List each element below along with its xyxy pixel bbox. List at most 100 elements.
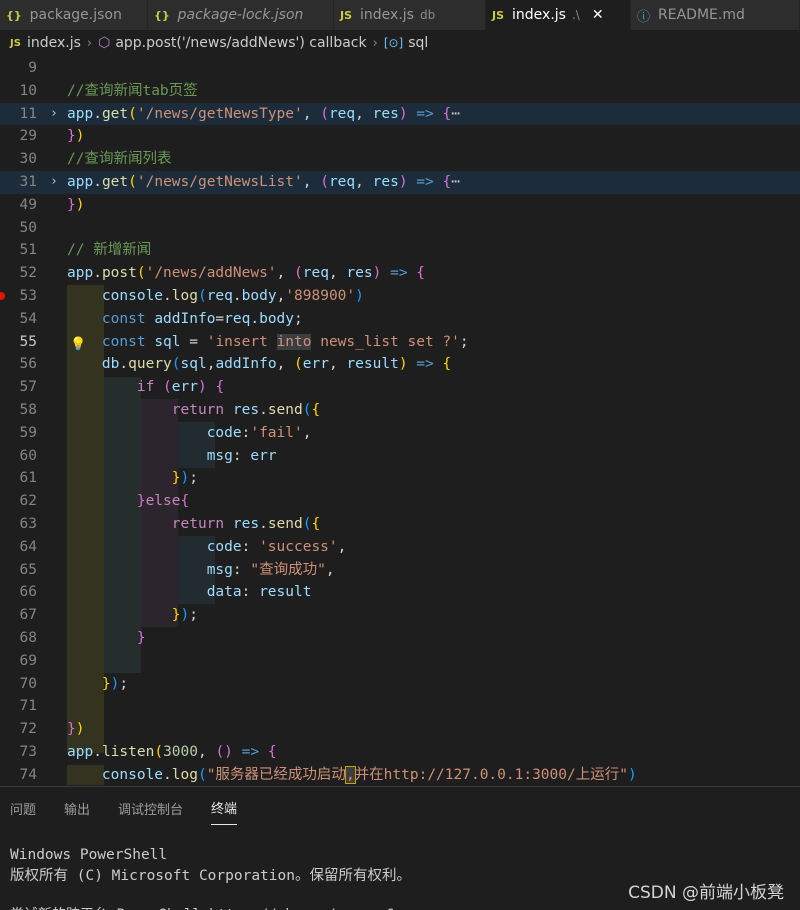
code-line[interactable]: 60 msg: err <box>0 445 800 468</box>
panel-tab[interactable]: 输出 <box>64 790 90 825</box>
code-line[interactable]: 53 console.log(req.body,'898900') <box>0 285 800 308</box>
breadcrumb-variable[interactable]: sql <box>408 35 428 51</box>
terminal-line: 版权所有 (C) Microsoft Corporation。保留所有权利。 <box>10 868 411 884</box>
code-editor[interactable]: 9 10 //查询新闻tab页签 11 › app.get('/news/getNewsT… <box>0 57 800 785</box>
code-line[interactable]: 73 app.listen(3000, () => { <box>0 741 800 764</box>
code-text: }); <box>171 607 198 624</box>
tab-description: db <box>419 8 436 22</box>
code-line[interactable]: 64 code: 'success', <box>0 536 800 559</box>
code-line[interactable]: 63 return res.send({ <box>0 513 800 536</box>
line-number: 58 <box>19 402 37 418</box>
code-text: //查询新闻列表 <box>67 151 172 168</box>
code-line[interactable]: 67 }); <box>0 604 800 627</box>
terminal-output[interactable]: Windows PowerShell 版权所有 (C) Microsoft Cor… <box>10 845 411 887</box>
line-number: 31 <box>19 174 37 190</box>
code-line[interactable]: 58 return res.send({ <box>0 399 800 422</box>
fold-chevron-icon[interactable]: › <box>50 103 58 126</box>
code-text: app.post('/news/addNews', (req, res) => … <box>67 265 426 282</box>
code-text: if (err) { <box>136 379 225 396</box>
code-line[interactable]: 51 // 新增新闻 <box>0 239 800 262</box>
breadcrumb-symbol[interactable]: app.post('/news/addNews') callback <box>115 35 366 51</box>
line-number: 52 <box>19 265 37 282</box>
code-line[interactable]: 30 //查询新闻列表 <box>0 148 800 171</box>
code-line[interactable]: 57 if (err) { <box>0 376 800 399</box>
code-line[interactable]: 29}) <box>0 125 800 148</box>
code-text: }) <box>67 196 85 213</box>
code-text: data: result <box>206 584 312 601</box>
json-icon: {} <box>154 8 170 22</box>
code-text: msg: err <box>206 447 277 464</box>
code-line[interactable]: 31 › app.get('/news/getNewsList', (req, re… <box>0 171 800 194</box>
editor-tab[interactable]: JS index.js db <box>334 0 486 30</box>
chevron-right-icon: › <box>86 35 93 51</box>
code-text: console.log(req.body,'898900') <box>101 288 364 304</box>
code-line[interactable]: 68 } <box>0 627 800 650</box>
code-line[interactable]: 10 //查询新闻tab页签 <box>0 80 800 103</box>
code-line[interactable]: 70 }); <box>0 673 800 696</box>
code-line[interactable]: 74 console.log("服务器已经成功启动,并在http://127.0… <box>0 764 800 785</box>
editor-tab[interactable]: {} package-lock.json <box>148 0 334 30</box>
code-line[interactable]: 65 msg: "查询成功", <box>0 559 800 582</box>
terminal-line-partial: 尝试新的跨平台 PowerShell https://aka.ms/pscore… <box>10 904 395 910</box>
editor-tab[interactable]: JS index.js .\ ✕ <box>486 0 631 30</box>
line-number: 61 <box>19 470 37 487</box>
line-number: 63 <box>19 516 37 532</box>
editor-tab[interactable]: {} package.json <box>0 0 148 30</box>
code-line[interactable]: 49}) <box>0 194 800 217</box>
code-text: return res.send({ <box>171 402 321 418</box>
code-text: }else{ <box>136 493 190 510</box>
terminal-line: Windows PowerShell <box>10 847 168 863</box>
line-number: 72 <box>19 721 37 738</box>
code-line[interactable]: 50 <box>0 217 800 240</box>
line-number: 65 <box>19 561 37 578</box>
method-cube-icon: ⬡ <box>98 35 111 51</box>
tab-description: .\ <box>571 8 580 22</box>
code-line[interactable]: 62 }else{ <box>0 490 800 513</box>
line-number: 68 <box>19 630 37 646</box>
line-number: 74 <box>19 766 37 783</box>
javascript-file-icon: JS <box>340 8 353 22</box>
panel-tab[interactable]: 终端 <box>211 789 238 825</box>
code-text: app.get('/news/getNewsType', (req, res) … <box>67 105 460 122</box>
line-number: 67 <box>19 607 37 624</box>
code-line[interactable]: 61 }); <box>0 467 800 490</box>
panel-tab[interactable]: 调试控制台 <box>118 790 183 825</box>
line-number: 56 <box>19 356 37 373</box>
editor-tab[interactable]: ⓘ README.md <box>631 0 800 30</box>
code-text: }) <box>67 128 85 145</box>
code-text: console.log("服务器已经成功启动,并在http://127.0.0.… <box>101 765 637 784</box>
line-number: 49 <box>19 196 37 213</box>
info-icon: ⓘ <box>637 9 651 25</box>
chevron-right-icon: › <box>372 35 378 51</box>
line-number: 9 <box>28 60 37 76</box>
tab-label: index.js <box>512 7 566 23</box>
line-number: 53 <box>19 288 37 304</box>
json-icon: {} <box>6 8 22 22</box>
code-line[interactable]: 52 app.post('/news/addNews', (req, res) =… <box>0 262 800 285</box>
editor-tab-bar: {} package.json {} package-lock.json JS index… <box>0 0 800 30</box>
code-line[interactable]: 69 <box>0 650 800 673</box>
line-number: 54 <box>19 310 37 327</box>
code-line[interactable]: 66 data: result <box>0 581 800 604</box>
line-number: 10 <box>19 82 37 99</box>
code-line[interactable]: 59 code:'fail', <box>0 422 800 445</box>
bottom-panel: 问题 输出 调试控制台 终端 Windows PowerShell 版权所有 (C) M… <box>0 786 800 910</box>
fold-chevron-icon[interactable]: › <box>50 171 58 194</box>
code-line[interactable]: 55 💡 const sql = 'insert into news_list s… <box>0 331 800 354</box>
line-number: 66 <box>19 584 37 601</box>
code-line[interactable]: 71 <box>0 695 800 718</box>
code-line[interactable]: 54 const addInfo=req.body; <box>0 308 800 331</box>
code-line[interactable]: 72}) <box>0 718 800 741</box>
close-icon[interactable]: ✕ <box>592 7 604 23</box>
code-line[interactable]: 11 › app.get('/news/getNewsType', (req, re… <box>0 102 800 126</box>
line-number: 55 <box>19 333 37 350</box>
tab-label: package-lock.json <box>177 7 304 23</box>
panel-tab[interactable]: 问题 <box>10 790 36 825</box>
breadcrumb-file[interactable]: index.js <box>27 35 81 51</box>
code-text: msg: "查询成功", <box>206 561 335 578</box>
code-line[interactable]: 9 <box>0 57 800 80</box>
line-number: 29 <box>19 128 37 145</box>
code-line[interactable]: 56 db.query(sql,addInfo, (err, result) =… <box>0 353 800 376</box>
line-number: 59 <box>19 424 37 441</box>
javascript-file-icon: JS <box>10 37 21 49</box>
